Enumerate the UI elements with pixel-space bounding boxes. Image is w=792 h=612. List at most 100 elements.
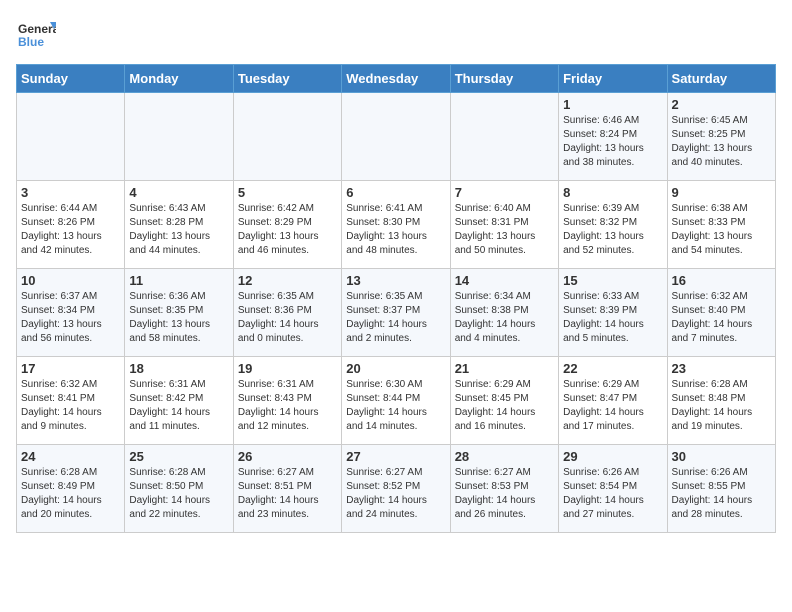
day-number: 23: [672, 361, 771, 376]
calendar-cell: 22 Sunrise: 6:29 AM Sunset: 8:47 PM Dayli…: [559, 357, 667, 445]
day-number: 8: [563, 185, 662, 200]
calendar-cell: [125, 93, 233, 181]
day-number: 22: [563, 361, 662, 376]
calendar-cell: 5 Sunrise: 6:42 AM Sunset: 8:29 PM Daylig…: [233, 181, 341, 269]
day-number: 6: [346, 185, 445, 200]
day-info: Sunrise: 6:31 AM Sunset: 8:42 PM Dayligh…: [129, 378, 228, 434]
day-info: Sunrise: 6:35 AM Sunset: 8:36 PM Dayligh…: [238, 290, 337, 346]
svg-text:Blue: Blue: [18, 35, 44, 49]
day-info: Sunrise: 6:46 AM Sunset: 8:24 PM Dayligh…: [563, 114, 662, 170]
day-number: 2: [672, 97, 771, 112]
week-row-5: 24 Sunrise: 6:28 AM Sunset: 8:49 PM Dayli…: [17, 445, 776, 533]
day-info: Sunrise: 6:30 AM Sunset: 8:44 PM Dayligh…: [346, 378, 445, 434]
weekday-header-friday: Friday: [559, 65, 667, 93]
day-number: 21: [455, 361, 554, 376]
calendar-cell: 14 Sunrise: 6:34 AM Sunset: 8:38 PM Dayli…: [450, 269, 558, 357]
day-number: 11: [129, 273, 228, 288]
day-info: Sunrise: 6:39 AM Sunset: 8:32 PM Dayligh…: [563, 202, 662, 258]
day-info: Sunrise: 6:43 AM Sunset: 8:28 PM Dayligh…: [129, 202, 228, 258]
day-info: Sunrise: 6:36 AM Sunset: 8:35 PM Dayligh…: [129, 290, 228, 346]
calendar-cell: 2Sunrise: 6:45 AM Sunset: 8:25 PM Daylig…: [667, 93, 775, 181]
weekday-header-wednesday: Wednesday: [342, 65, 450, 93]
day-number: 28: [455, 449, 554, 464]
day-number: 9: [672, 185, 771, 200]
day-number: 27: [346, 449, 445, 464]
calendar-cell: 20Sunrise: 6:30 AM Sunset: 8:44 PM Dayli…: [342, 357, 450, 445]
header: General Blue: [16, 16, 776, 56]
logo: General Blue: [16, 16, 56, 56]
day-info: Sunrise: 6:28 AM Sunset: 8:49 PM Dayligh…: [21, 466, 120, 522]
day-number: 19: [238, 361, 337, 376]
weekday-header-tuesday: Tuesday: [233, 65, 341, 93]
calendar-cell: [342, 93, 450, 181]
calendar-cell: 30Sunrise: 6:26 AM Sunset: 8:55 PM Dayli…: [667, 445, 775, 533]
calendar-cell: 10 Sunrise: 6:37 AM Sunset: 8:34 PM Dayli…: [17, 269, 125, 357]
day-info: Sunrise: 6:40 AM Sunset: 8:31 PM Dayligh…: [455, 202, 554, 258]
week-row-4: 17 Sunrise: 6:32 AM Sunset: 8:41 PM Dayli…: [17, 357, 776, 445]
calendar-cell: 28 Sunrise: 6:27 AM Sunset: 8:53 PM Dayli…: [450, 445, 558, 533]
calendar-cell: 6 Sunrise: 6:41 AM Sunset: 8:30 PM Daylig…: [342, 181, 450, 269]
calendar-cell: 26Sunrise: 6:27 AM Sunset: 8:51 PM Dayli…: [233, 445, 341, 533]
calendar-cell: 12 Sunrise: 6:35 AM Sunset: 8:36 PM Dayli…: [233, 269, 341, 357]
day-info: Sunrise: 6:31 AM Sunset: 8:43 PM Dayligh…: [238, 378, 337, 434]
calendar-cell: [233, 93, 341, 181]
calendar-cell: 15Sunrise: 6:33 AM Sunset: 8:39 PM Dayli…: [559, 269, 667, 357]
weekday-header-sunday: Sunday: [17, 65, 125, 93]
calendar-cell: 27 Sunrise: 6:27 AM Sunset: 8:52 PM Dayli…: [342, 445, 450, 533]
day-info: Sunrise: 6:38 AM Sunset: 8:33 PM Dayligh…: [672, 202, 771, 258]
calendar-cell: 29 Sunrise: 6:26 AM Sunset: 8:54 PM Dayli…: [559, 445, 667, 533]
day-info: Sunrise: 6:44 AM Sunset: 8:26 PM Dayligh…: [21, 202, 120, 258]
day-info: Sunrise: 6:28 AM Sunset: 8:48 PM Dayligh…: [672, 378, 771, 434]
calendar-cell: 9 Sunrise: 6:38 AM Sunset: 8:33 PM Daylig…: [667, 181, 775, 269]
weekday-header-saturday: Saturday: [667, 65, 775, 93]
day-info: Sunrise: 6:27 AM Sunset: 8:52 PM Dayligh…: [346, 466, 445, 522]
calendar-cell: [450, 93, 558, 181]
day-number: 14: [455, 273, 554, 288]
weekday-header-row: SundayMondayTuesdayWednesdayThursdayFrid…: [17, 65, 776, 93]
calendar-cell: 23 Sunrise: 6:28 AM Sunset: 8:48 PM Dayli…: [667, 357, 775, 445]
day-number: 13: [346, 273, 445, 288]
day-number: 7: [455, 185, 554, 200]
calendar-cell: 13 Sunrise: 6:35 AM Sunset: 8:37 PM Dayli…: [342, 269, 450, 357]
day-info: Sunrise: 6:32 AM Sunset: 8:40 PM Dayligh…: [672, 290, 771, 346]
calendar-cell: 18 Sunrise: 6:31 AM Sunset: 8:42 PM Dayli…: [125, 357, 233, 445]
day-number: 4: [129, 185, 228, 200]
day-info: Sunrise: 6:35 AM Sunset: 8:37 PM Dayligh…: [346, 290, 445, 346]
calendar-cell: 19 Sunrise: 6:31 AM Sunset: 8:43 PM Dayli…: [233, 357, 341, 445]
day-info: Sunrise: 6:41 AM Sunset: 8:30 PM Dayligh…: [346, 202, 445, 258]
day-number: 5: [238, 185, 337, 200]
day-info: Sunrise: 6:42 AM Sunset: 8:29 PM Dayligh…: [238, 202, 337, 258]
day-info: Sunrise: 6:26 AM Sunset: 8:55 PM Dayligh…: [672, 466, 771, 522]
calendar-cell: [17, 93, 125, 181]
calendar-cell: 11 Sunrise: 6:36 AM Sunset: 8:35 PM Dayli…: [125, 269, 233, 357]
day-number: 10: [21, 273, 120, 288]
calendar-cell: 17 Sunrise: 6:32 AM Sunset: 8:41 PM Dayli…: [17, 357, 125, 445]
calendar-table: SundayMondayTuesdayWednesdayThursdayFrid…: [16, 64, 776, 533]
day-number: 25: [129, 449, 228, 464]
day-number: 16: [672, 273, 771, 288]
day-info: Sunrise: 6:37 AM Sunset: 8:34 PM Dayligh…: [21, 290, 120, 346]
day-info: Sunrise: 6:27 AM Sunset: 8:53 PM Dayligh…: [455, 466, 554, 522]
day-number: 17: [21, 361, 120, 376]
logo-svg: General Blue: [16, 16, 56, 56]
day-info: Sunrise: 6:32 AM Sunset: 8:41 PM Dayligh…: [21, 378, 120, 434]
day-info: Sunrise: 6:29 AM Sunset: 8:45 PM Dayligh…: [455, 378, 554, 434]
day-info: Sunrise: 6:27 AM Sunset: 8:51 PM Dayligh…: [238, 466, 337, 522]
week-row-1: 1Sunrise: 6:46 AM Sunset: 8:24 PM Daylig…: [17, 93, 776, 181]
calendar-cell: 21 Sunrise: 6:29 AM Sunset: 8:45 PM Dayli…: [450, 357, 558, 445]
day-number: 12: [238, 273, 337, 288]
day-number: 3: [21, 185, 120, 200]
calendar-cell: 25Sunrise: 6:28 AM Sunset: 8:50 PM Dayli…: [125, 445, 233, 533]
week-row-2: 3 Sunrise: 6:44 AM Sunset: 8:26 PM Daylig…: [17, 181, 776, 269]
weekday-header-thursday: Thursday: [450, 65, 558, 93]
day-info: Sunrise: 6:26 AM Sunset: 8:54 PM Dayligh…: [563, 466, 662, 522]
day-number: 18: [129, 361, 228, 376]
day-info: Sunrise: 6:34 AM Sunset: 8:38 PM Dayligh…: [455, 290, 554, 346]
day-number: 15: [563, 273, 662, 288]
calendar-cell: 8 Sunrise: 6:39 AM Sunset: 8:32 PM Daylig…: [559, 181, 667, 269]
calendar-cell: 4 Sunrise: 6:43 AM Sunset: 8:28 PM Daylig…: [125, 181, 233, 269]
week-row-3: 10 Sunrise: 6:37 AM Sunset: 8:34 PM Dayli…: [17, 269, 776, 357]
day-number: 29: [563, 449, 662, 464]
day-info: Sunrise: 6:29 AM Sunset: 8:47 PM Dayligh…: [563, 378, 662, 434]
day-number: 24: [21, 449, 120, 464]
